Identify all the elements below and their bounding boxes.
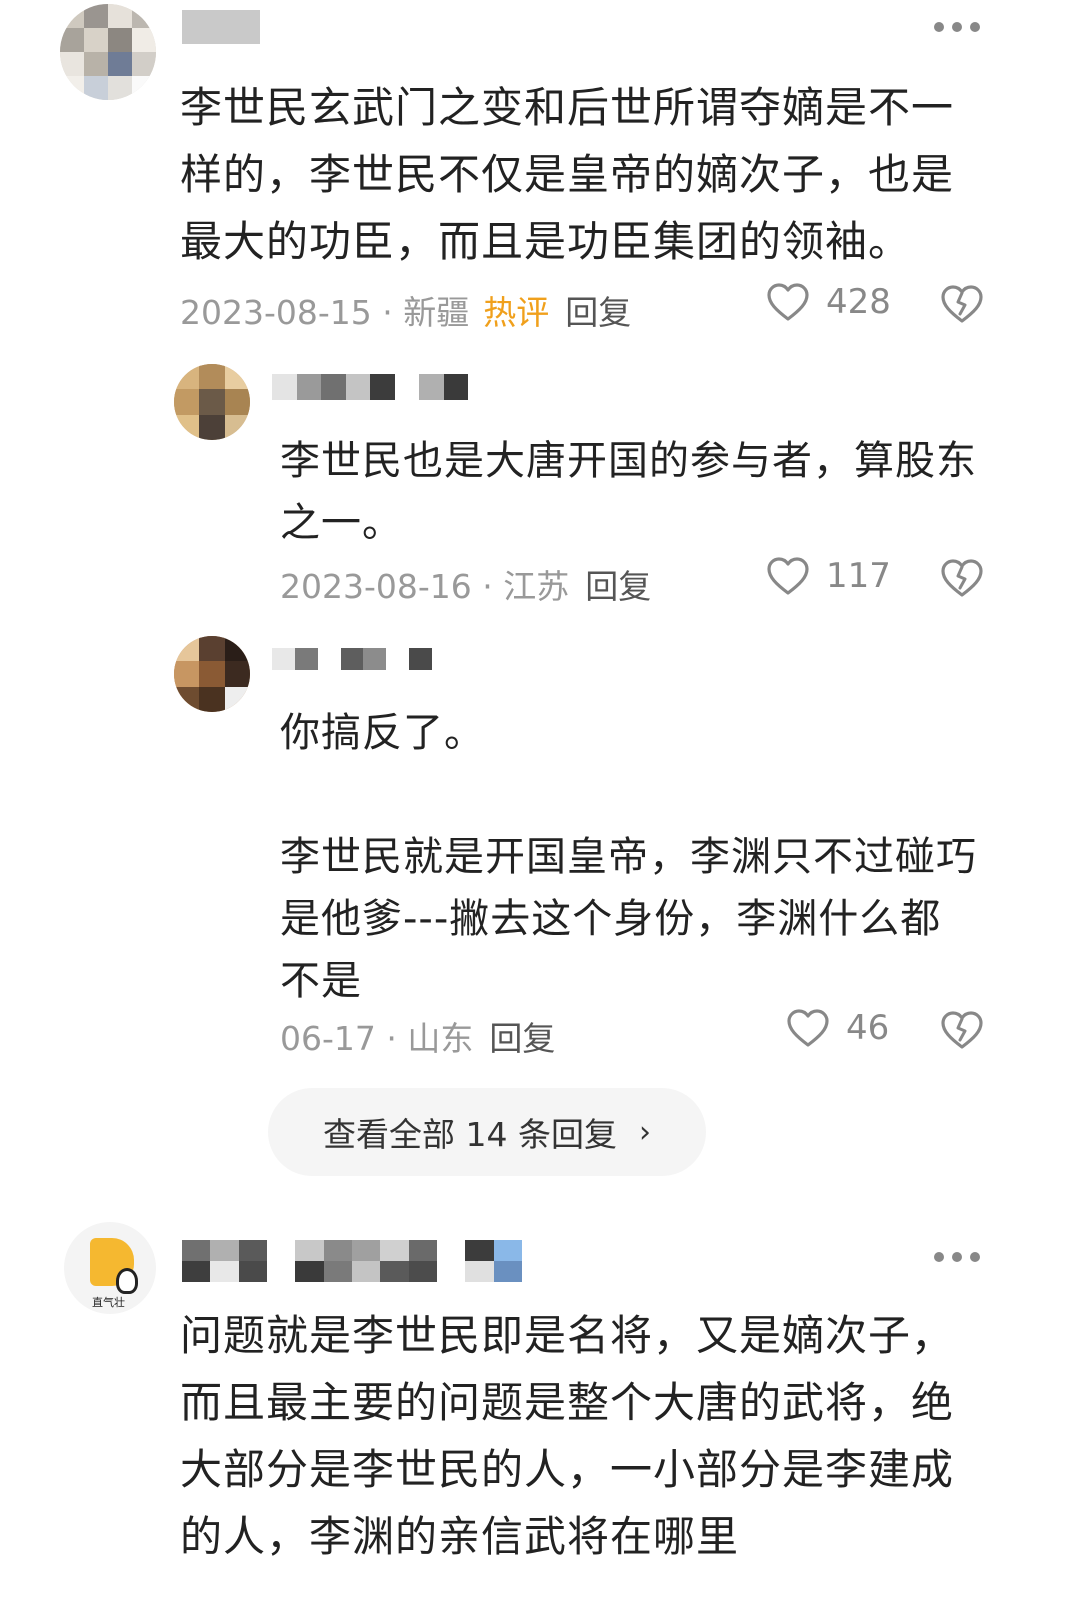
broken-heart-icon <box>941 1011 983 1049</box>
view-all-replies-button[interactable]: 查看全部 14 条回复 › <box>268 1088 706 1176</box>
heart-icon <box>767 557 809 595</box>
comment-location: 新疆 <box>403 293 470 332</box>
heart-icon <box>767 283 809 321</box>
like-count: 428 <box>826 282 891 322</box>
view-all-replies-label: 查看全部 14 条回复 <box>323 1115 617 1154</box>
reply-meta: 06-17 · 山东 回复 <box>280 1019 556 1058</box>
reply-button[interactable]: 回复 <box>585 567 651 606</box>
reply-button[interactable]: 回复 <box>489 1019 555 1058</box>
avatar[interactable] <box>60 4 156 100</box>
more-dots-icon[interactable] <box>934 1252 980 1262</box>
comment-text: 李世民玄武门之变和后世所谓夺嫡是不一样的，李世民不仅是皇帝的嫡次子，也是最大的功… <box>180 83 955 266</box>
heart-icon <box>787 1009 829 1047</box>
reply-button[interactable]: 回复 <box>565 293 631 332</box>
username-mosaic <box>272 374 468 400</box>
avatar-caption: 直气壮 <box>92 1296 125 1309</box>
more-dots-icon[interactable] <box>934 22 980 32</box>
like-button[interactable]: 428 <box>766 282 891 322</box>
broken-heart-icon <box>941 559 983 597</box>
like-count: 46 <box>846 1008 890 1048</box>
like-button[interactable]: 117 <box>766 556 891 596</box>
comment-text: 问题就是李世民即是名将，又是嫡次子，而且最主要的问题是整个大唐的武将，绝大部分是… <box>180 1311 955 1561</box>
reply-location: 江苏 <box>503 567 570 606</box>
reply-location: 山东 <box>407 1019 474 1058</box>
broken-heart-icon <box>941 285 983 323</box>
username-mosaic <box>182 1240 522 1282</box>
reply-date: 06-17 <box>280 1019 376 1058</box>
reply-text: 你搞反了。 李世民就是开国皇帝，李渊只不过碰巧是他爹---撇去这个身份，李渊什么… <box>280 710 977 1004</box>
avatar[interactable] <box>174 636 250 712</box>
dislike-button[interactable] <box>940 1010 984 1054</box>
comment-meta: 2023-08-15 · 新疆 热评 回复 <box>180 293 632 332</box>
username[interactable] <box>182 10 260 44</box>
comment-date: 2023-08-15 <box>180 293 372 332</box>
reply-meta: 2023-08-16 · 江苏 回复 <box>280 567 652 606</box>
reply-text: 李世民也是大唐开国的参与者，算股东之一。 <box>280 438 977 546</box>
chevron-right-icon: › <box>638 1114 651 1150</box>
like-button[interactable]: 46 <box>786 1008 889 1048</box>
avatar[interactable] <box>174 364 250 440</box>
reply-date: 2023-08-16 <box>280 567 472 606</box>
like-count: 117 <box>826 556 891 596</box>
username-mosaic <box>272 648 432 670</box>
hot-badge: 热评 <box>483 293 550 332</box>
dislike-button[interactable] <box>940 558 984 602</box>
dislike-button[interactable] <box>940 284 984 328</box>
avatar[interactable]: 直气壮 <box>64 1222 156 1314</box>
